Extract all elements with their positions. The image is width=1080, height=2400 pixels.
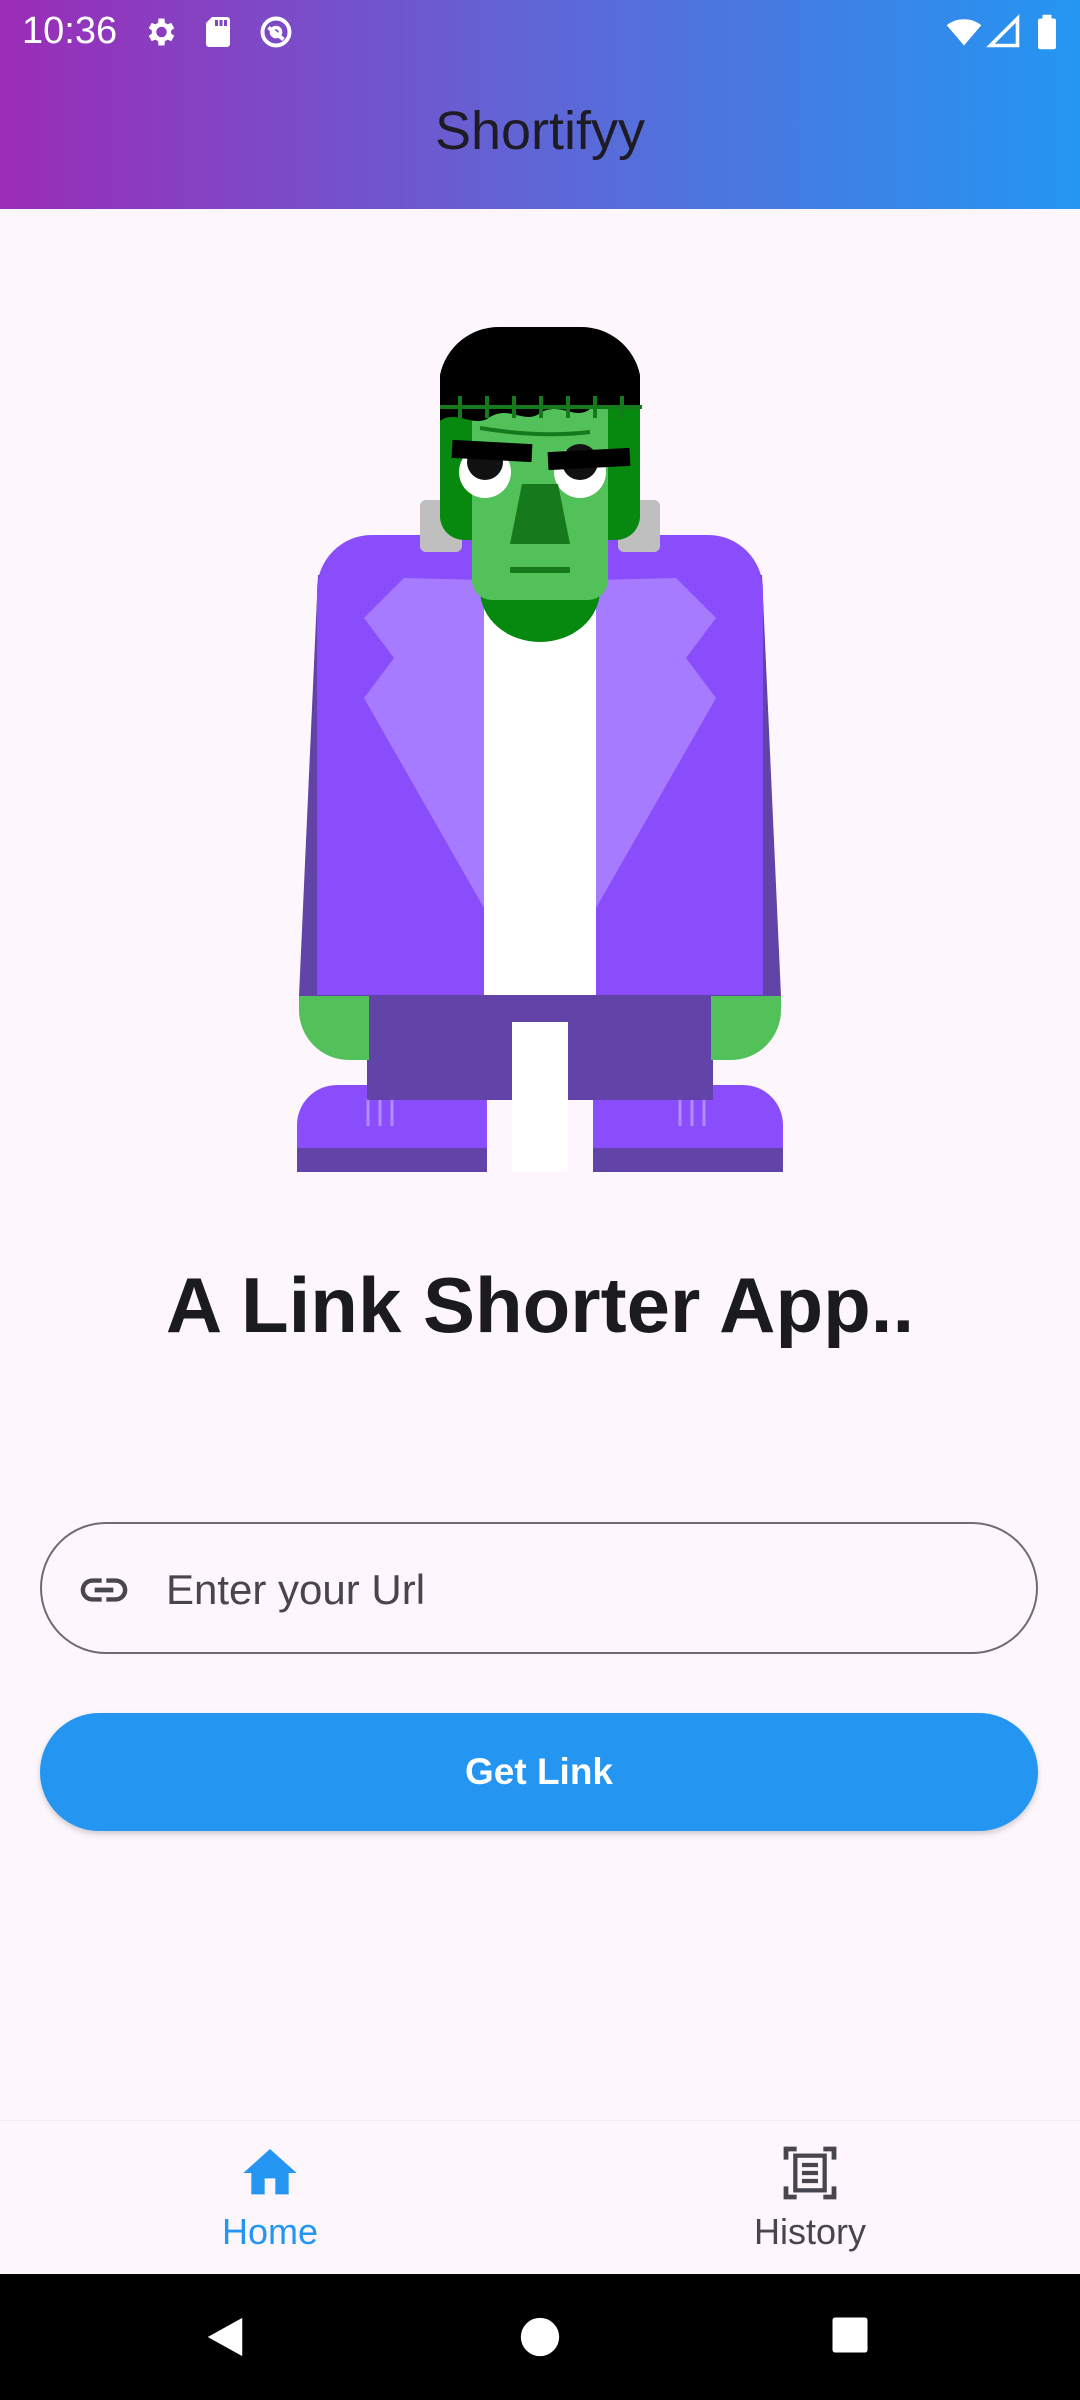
back-icon[interactable] (202, 2314, 248, 2360)
sd-card-icon (206, 17, 230, 47)
nav-item-history[interactable]: History (540, 2121, 1080, 2275)
headline: A Link Shorter App.. (165, 1261, 915, 1349)
nav-label-history: History (753, 2211, 866, 2252)
header-gradient: 10:36 Shortifyy (0, 0, 1080, 209)
battery-icon (1038, 14, 1056, 50)
at-sign-icon (260, 16, 292, 48)
url-input[interactable] (164, 1554, 988, 1626)
settings-icon (148, 18, 175, 46)
home-circle-icon[interactable] (517, 2314, 563, 2360)
signal-icon (986, 14, 1020, 48)
bottom-navigation: Home History (0, 2120, 1080, 2275)
status-time: 10:36 (22, 10, 118, 52)
system-navigation-bar (0, 2274, 1080, 2400)
nav-item-home[interactable]: Home (0, 2121, 540, 2275)
wifi-icon (946, 19, 982, 46)
app-title: Shortifyy (434, 101, 646, 161)
status-bar: 10:36 (0, 0, 1080, 64)
home-icon (243, 2149, 297, 2195)
link-icon (80, 1578, 128, 1602)
document-scan-icon (783, 2146, 837, 2200)
frankenstein-character-illustration (297, 326, 783, 1172)
get-link-button[interactable]: Get Link (40, 1713, 1038, 1831)
nav-label-home: Home (221, 2211, 319, 2252)
recents-icon[interactable] (829, 2314, 871, 2356)
url-field[interactable] (40, 1522, 1038, 1654)
